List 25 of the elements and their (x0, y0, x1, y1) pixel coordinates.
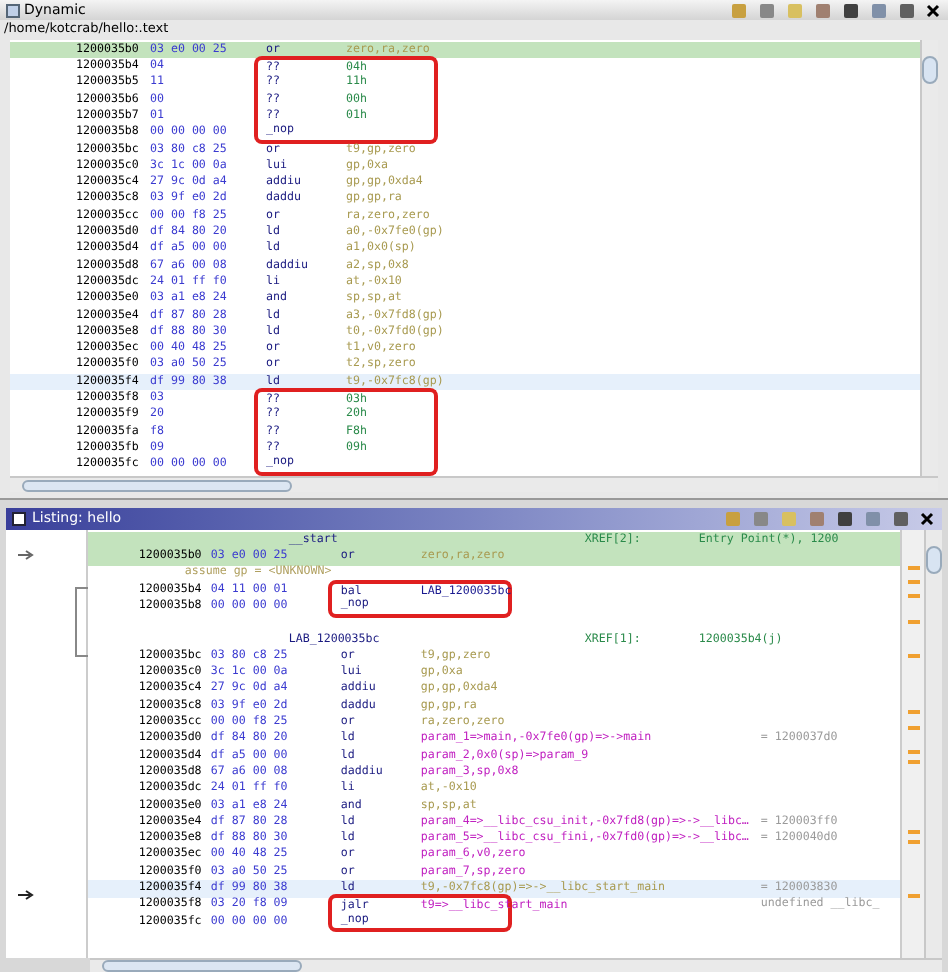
close-icon[interactable] (920, 512, 934, 526)
arrow-icon (18, 890, 34, 900)
arrow-icon (18, 550, 34, 560)
close-icon[interactable] (926, 3, 940, 17)
panel-icon (12, 512, 26, 526)
marker-icon (908, 566, 921, 570)
scroll-thumb[interactable] (22, 479, 292, 491)
scroll-thumb[interactable] (922, 56, 938, 84)
marker-icon (908, 710, 921, 714)
panel-icon (6, 3, 20, 17)
marker-icon (908, 726, 921, 730)
marker-icon (908, 894, 921, 898)
horizontal-scrollbar[interactable] (90, 958, 942, 972)
vertical-scrollbar[interactable] (924, 530, 942, 958)
marker-icon (908, 580, 921, 584)
marker-icon (908, 840, 921, 844)
scroll-thumb[interactable] (926, 546, 942, 574)
marker-icon (908, 760, 921, 764)
marker-icon (908, 620, 921, 624)
scroll-thumb[interactable] (102, 960, 302, 972)
marker-icon (908, 654, 921, 658)
marker-icon (908, 830, 921, 834)
marker-icon (908, 594, 921, 598)
marker-icon (908, 750, 921, 754)
branch-line-icon (74, 586, 90, 658)
